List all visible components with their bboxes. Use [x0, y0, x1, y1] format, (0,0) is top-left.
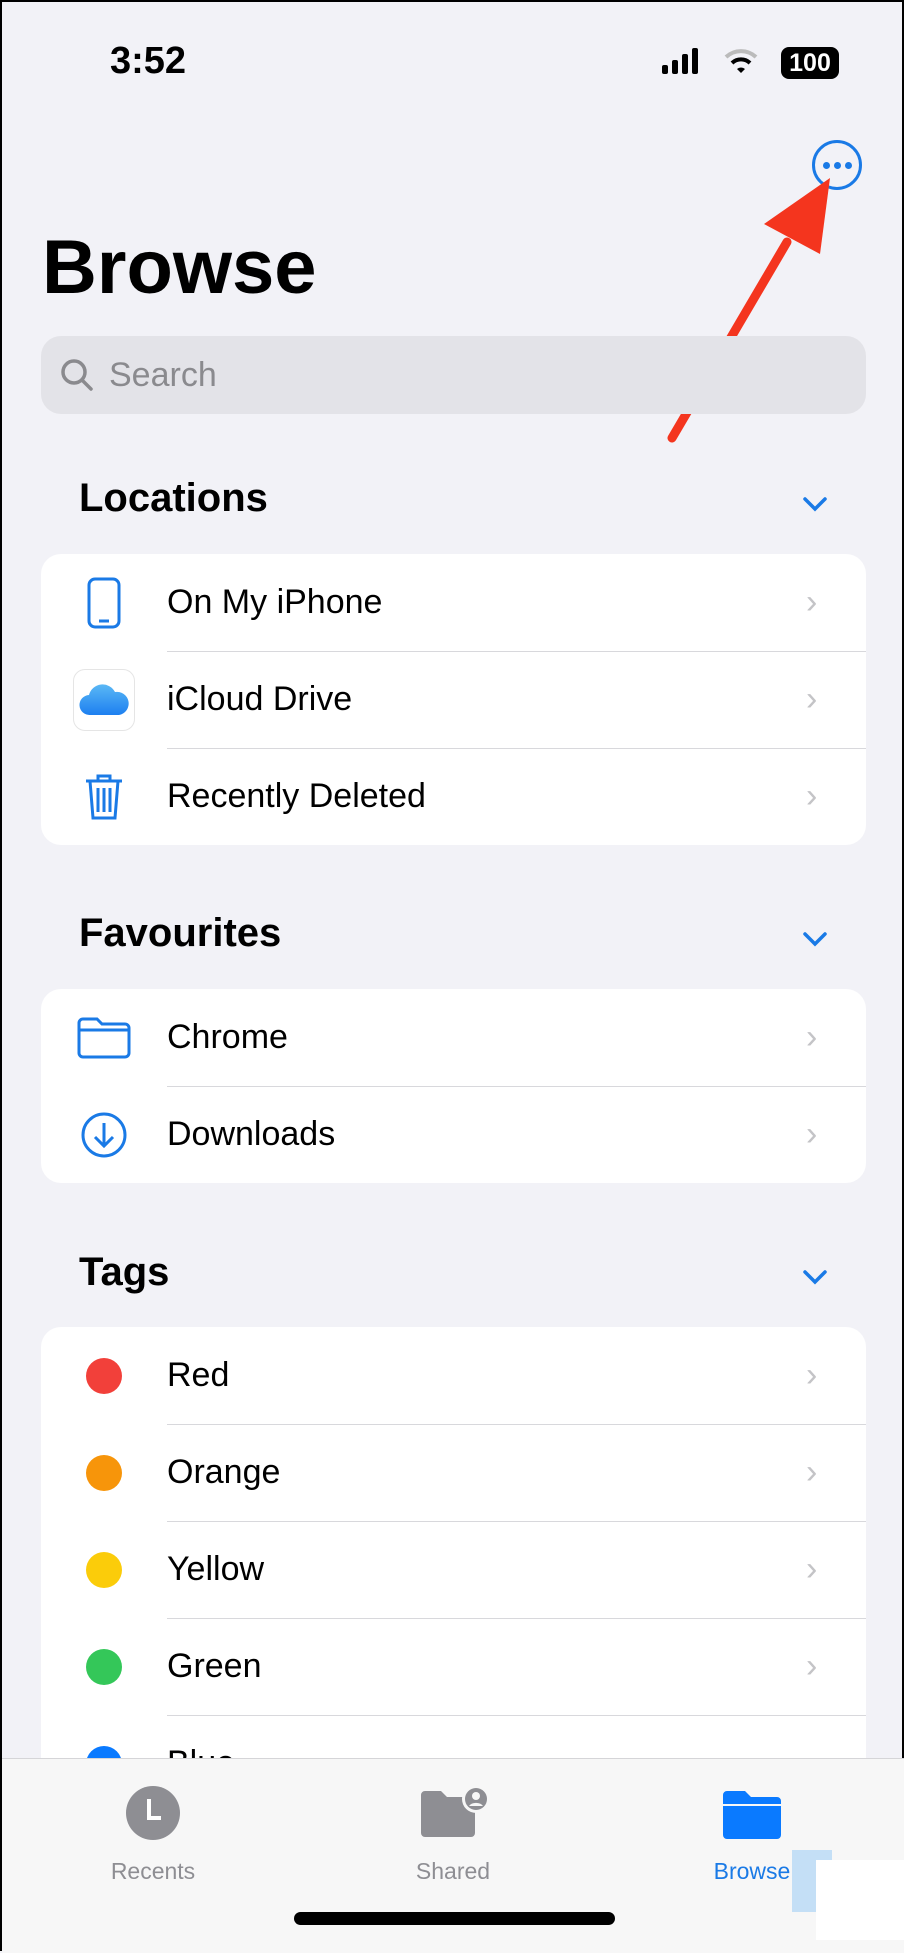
chevron-right-icon: › — [806, 777, 818, 815]
yellow-tag-icon — [86, 1551, 122, 1588]
chevron-down-icon[interactable] — [800, 489, 830, 519]
folder-icon — [723, 1791, 781, 1839]
chevron-right-icon: › — [806, 1356, 818, 1394]
tags-list: Red› Orange› Yellow› Green› Blue› — [41, 1327, 866, 1827]
list-item-icloud-drive[interactable]: iCloud Drive › — [41, 651, 866, 748]
list-item-chrome[interactable]: Chrome › — [41, 989, 866, 1086]
section-header-tags: Tags — [79, 1250, 170, 1294]
section-header-locations: Locations — [79, 476, 268, 520]
tab-shared[interactable]: Shared — [373, 1785, 533, 1885]
iphone-icon — [87, 577, 121, 628]
favourites-list: Chrome › Downloads › — [41, 989, 866, 1183]
list-item-on-my-iphone[interactable]: On My iPhone › — [41, 554, 866, 651]
trash-icon — [86, 774, 122, 819]
tag-item-red[interactable]: Red › — [41, 1327, 866, 1424]
green-tag-icon — [86, 1648, 122, 1685]
folder-icon — [77, 1017, 131, 1058]
chevron-right-icon: › — [806, 583, 818, 621]
chevron-right-icon: › — [806, 680, 818, 718]
chevron-right-icon: › — [806, 1647, 818, 1685]
tag-item-green[interactable]: Green › — [41, 1618, 866, 1715]
search-icon — [61, 359, 93, 391]
watermark-patch — [816, 1860, 904, 1940]
chevron-right-icon: › — [806, 1018, 818, 1056]
page-title: Browse — [42, 225, 317, 310]
clock-icon — [126, 1786, 180, 1840]
list-item-recently-deleted[interactable]: Recently Deleted › — [41, 748, 866, 845]
shared-folder-icon — [421, 1785, 490, 1837]
download-icon — [81, 1112, 127, 1157]
tab-recents[interactable]: Recents — [73, 1785, 233, 1885]
orange-tag-icon — [86, 1454, 122, 1491]
list-item-downloads[interactable]: Downloads › — [41, 1086, 866, 1183]
chevron-right-icon: › — [806, 1453, 818, 1491]
chevron-right-icon: › — [806, 1115, 818, 1153]
chevron-right-icon: › — [806, 1550, 818, 1588]
chevron-down-icon[interactable] — [800, 1262, 830, 1292]
icloud-icon — [79, 683, 129, 715]
search-placeholder: Search — [109, 355, 217, 394]
red-tag-icon — [86, 1357, 122, 1394]
tag-item-yellow[interactable]: Yellow › — [41, 1521, 866, 1618]
section-header-favourites: Favourites — [79, 911, 282, 955]
tag-item-orange[interactable]: Orange › — [41, 1424, 866, 1521]
locations-list: On My iPhone › iCloud Drive › Recently Del… — [41, 554, 866, 845]
chevron-down-icon[interactable] — [800, 924, 830, 954]
home-indicator[interactable] — [294, 1912, 615, 1925]
search-input[interactable]: Search — [41, 336, 866, 414]
